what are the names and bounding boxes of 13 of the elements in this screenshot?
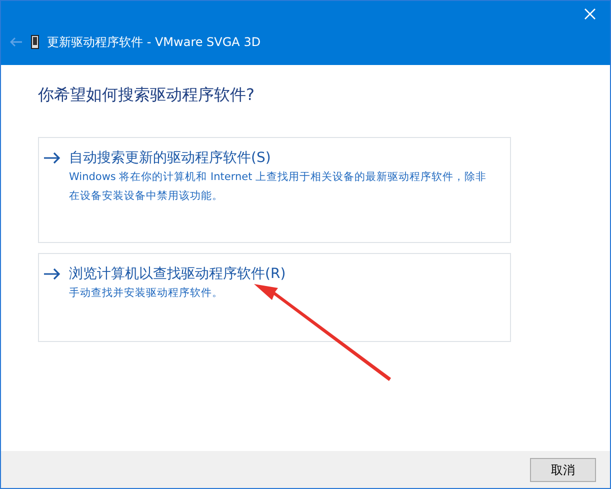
option-title: 自动搜索更新的驱动程序软件(S) xyxy=(69,149,272,168)
heading: 你希望如何搜索驱动程序软件? xyxy=(38,84,256,106)
device-icon xyxy=(31,35,39,49)
option-description: Windows 将在你的计算机和 Internet 上查找用于相关设备的最新驱动程序软件，除非在设备安装设备中禁用该功能。 xyxy=(69,170,488,204)
option-title: 浏览计算机以查找驱动程序软件(R) xyxy=(69,265,286,284)
arrow-icon xyxy=(43,152,61,164)
window-title: 更新驱动程序软件 - VMware SVGA 3D xyxy=(47,34,261,51)
cancel-button[interactable]: 取消 xyxy=(530,458,596,482)
close-icon xyxy=(584,8,596,20)
option-card[interactable]: 自动搜索更新的驱动程序软件(S) Windows 将在你的计算机和 Internet 上查找用于相关设备的最新驱动程序软件，除非在设备安装设备中禁用该功能。 xyxy=(38,137,511,243)
option-card[interactable]: 浏览计算机以查找驱动程序软件(R) 手动查找并安装驱动程序软件。 xyxy=(38,253,511,342)
arrow-icon xyxy=(43,268,61,280)
option-description: 手动查找并安装驱动程序软件。 xyxy=(69,286,224,301)
